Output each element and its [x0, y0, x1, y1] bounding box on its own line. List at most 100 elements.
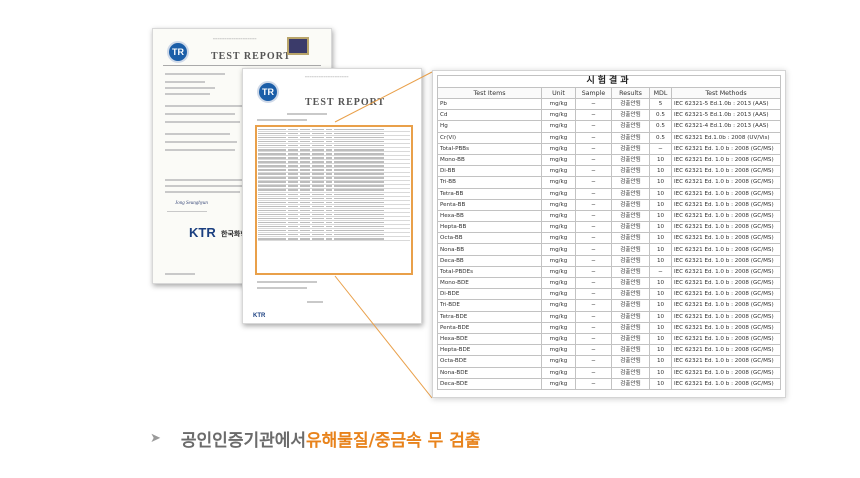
cell-mdl: − [649, 142, 672, 155]
column-header: Test Items [437, 87, 542, 99]
cell-unit: mg/kg [541, 165, 576, 178]
cell-unit: mg/kg [541, 310, 576, 323]
cell-mdl: 5 [649, 97, 672, 111]
cell-result: 검출안됨 [611, 176, 650, 189]
cell-mdl: 10 [649, 254, 672, 267]
cell-method: IEC 62321 Ed. 1.0 b : 2008 (GC/MS) [671, 232, 781, 245]
cell-unit: mg/kg [541, 142, 576, 155]
cell-sample: − [575, 366, 612, 379]
cell-sample: − [575, 165, 612, 178]
cell-method: IEC 62321 Ed. 1.0 b : 2008 (GC/MS) [671, 299, 781, 312]
table-row: Mono-BB mg/kg − 검출안됨 10 IEC 62321 Ed. 1.0 b :… [437, 153, 781, 167]
test-results-table: 시험결과 Test Items Unit Sample Results MDL Test … [437, 75, 781, 390]
cell-sample: − [575, 176, 612, 189]
table-row: Tetra-BDE mg/kg − 검출안됨 10 IEC 62321 Ed. 1.0 b… [437, 310, 781, 323]
cell-unit: mg/kg [541, 321, 576, 334]
table-row: Nona-BB mg/kg − 검출안됨 10 IEC 62321 Ed. 1.0 b :… [437, 243, 781, 256]
cell-mdl: 10 [649, 299, 672, 312]
cell-item: Mono-BB [437, 153, 542, 167]
cell-unit: mg/kg [541, 366, 576, 379]
cell-unit: mg/kg [541, 243, 576, 256]
cell-sample: − [575, 243, 612, 256]
cell-item: Penta-BDE [437, 321, 542, 334]
cell-method: IEC 62321 Ed. 1.0 b : 2008 (GC/MS) [671, 243, 781, 256]
cell-sample: − [575, 355, 612, 368]
cell-item: Nona-BDE [437, 366, 542, 379]
cell-item: Mono-BDE [437, 276, 542, 290]
cell-item: Hexa-BDE [437, 332, 542, 346]
cell-method: IEC 62321 Ed. 1.0 b : 2008 (GC/MS) [671, 221, 781, 234]
cell-sample: − [575, 321, 612, 334]
cell-result: 검출안됨 [611, 232, 650, 245]
cell-sample: − [575, 209, 612, 223]
cell-mdl: 10 [649, 355, 672, 368]
cell-item: Total-PBDEs [437, 265, 542, 279]
cell-sample: − [575, 332, 612, 346]
cell-sample: − [575, 187, 612, 200]
cell-item: Hepta-BDE [437, 344, 542, 357]
cell-mdl: 10 [649, 176, 672, 189]
cell-result: 검출안됨 [611, 209, 650, 223]
table-row: Hepta-BB mg/kg − 검출안됨 10 IEC 62321 Ed. 1.0 b … [437, 221, 781, 234]
callout-line-bottom [334, 275, 433, 399]
cell-method: IEC 62321 Ed. 1.0 b : 2008 (GC/MS) [671, 254, 781, 267]
table-row: Total-PBDEs mg/kg − 검출안됨 − IEC 62321 Ed. 1.0 … [437, 265, 781, 279]
cell-method: IEC 62321-5 Ed.1.0b : 2013 (AAS) [671, 109, 781, 122]
cell-result: 검출안됨 [611, 265, 650, 279]
cell-method: IEC 62321 Ed.1.0b : 2008 (UV/Vis) [671, 131, 781, 144]
cell-mdl: − [649, 265, 672, 279]
cell-item: Di-BB [437, 165, 542, 178]
cell-unit: mg/kg [541, 355, 576, 368]
cell-item: Nona-BB [437, 243, 542, 256]
cell-mdl: 10 [649, 243, 672, 256]
cell-result: 검출안됨 [611, 221, 650, 234]
table-row: Nona-BDE mg/kg − 검출안됨 10 IEC 62321 Ed. 1.0 b … [437, 366, 781, 379]
cell-item: Tri-BB [437, 176, 542, 189]
cell-method: IEC 62321 Ed. 1.0 b : 2008 (GC/MS) [671, 310, 781, 323]
column-header: MDL [649, 87, 672, 99]
cell-method: IEC 62321 Ed. 1.0 b : 2008 (GC/MS) [671, 153, 781, 167]
cell-method: IEC 62321 Ed. 1.0 b : 2008 (GC/MS) [671, 198, 781, 211]
cell-item: Tri-BDE [437, 299, 542, 312]
cell-mdl: 10 [649, 209, 672, 223]
cell-sample: − [575, 265, 612, 279]
cell-sample: − [575, 288, 612, 301]
table-row: Hexa-BB mg/kg − 검출안됨 10 IEC 62321 Ed. 1.0 b :… [437, 209, 781, 223]
cell-method: IEC 62321 Ed. 1.0 b : 2008 (GC/MS) [671, 209, 781, 223]
table-row: Hexa-BDE mg/kg − 검출안됨 10 IEC 62321 Ed. 1.0 b … [437, 332, 781, 346]
cell-unit: mg/kg [541, 254, 576, 267]
cell-mdl: 10 [649, 310, 672, 323]
cell-mdl: 10 [649, 221, 672, 234]
cell-item: Octa-BB [437, 232, 542, 245]
cell-unit: mg/kg [541, 232, 576, 245]
cell-method: IEC 62321 Ed. 1.0 b : 2008 (GC/MS) [671, 377, 781, 390]
cell-method: IEC 62321 Ed. 1.0 b : 2008 (GC/MS) [671, 288, 781, 301]
table-row: Deca-BDE mg/kg − 검출안됨 10 IEC 62321 Ed. 1.0 b … [437, 377, 781, 390]
cell-result: 검출안됨 [611, 288, 650, 301]
cell-item: Octa-BDE [437, 355, 542, 368]
cell-item: Cd [437, 109, 542, 122]
cell-result: 검출안됨 [611, 131, 650, 144]
cell-unit: mg/kg [541, 344, 576, 357]
cell-item: Hexa-BB [437, 209, 542, 223]
cell-sample: − [575, 221, 612, 234]
cell-method: IEC 62321-5 Ed.1.0b : 2013 (AAS) [671, 97, 781, 111]
cell-item: Total-PBBs [437, 142, 542, 155]
caption-orange-text: 유해물질/중금속 무 검출 [306, 431, 481, 451]
cell-item: Hg [437, 120, 542, 133]
cell-result: 검출안됨 [611, 332, 650, 346]
cell-method: IEC 62321 Ed. 1.0 b : 2008 (GC/MS) [671, 276, 781, 290]
cell-unit: mg/kg [541, 153, 576, 167]
cell-result: 검출안됨 [611, 120, 650, 133]
cell-method: IEC 62321 Ed. 1.0 b : 2008 (GC/MS) [671, 355, 781, 368]
cell-result: 검출안됨 [611, 276, 650, 290]
cell-method: IEC 62321-4 Ed.1.0b : 2013 (AAS) [671, 120, 781, 133]
cell-item: Cr(VI) [437, 131, 542, 144]
cell-sample: − [575, 232, 612, 245]
cell-result: 검출안됨 [611, 109, 650, 122]
column-header: Test Methods [671, 87, 781, 99]
cell-item: Tetra-BB [437, 187, 542, 200]
table-row: Tetra-BB mg/kg − 검출안됨 10 IEC 62321 Ed. 1.0 b … [437, 187, 781, 200]
cell-mdl: 10 [649, 288, 672, 301]
cell-method: IEC 62321 Ed. 1.0 b : 2008 (GC/MS) [671, 321, 781, 334]
